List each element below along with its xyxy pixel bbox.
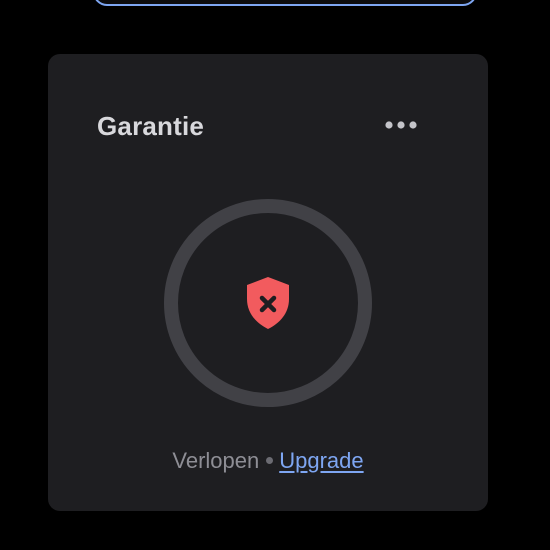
page: Garantie Verlopen Upgrade <box>0 0 550 550</box>
status-ring <box>164 199 372 407</box>
card-title: Garantie <box>97 111 205 141</box>
warranty-card: Garantie Verlopen Upgrade <box>48 54 488 511</box>
previous-card-edge <box>93 0 477 6</box>
more-options-button[interactable] <box>378 112 424 138</box>
upgrade-link[interactable]: Upgrade <box>279 448 363 473</box>
separator-dot <box>266 457 274 465</box>
shield-x-icon <box>247 277 289 329</box>
status-footer: Verlopen Upgrade <box>48 444 488 478</box>
more-horizontal-icon <box>385 121 417 129</box>
status-label: Verlopen <box>172 448 260 473</box>
